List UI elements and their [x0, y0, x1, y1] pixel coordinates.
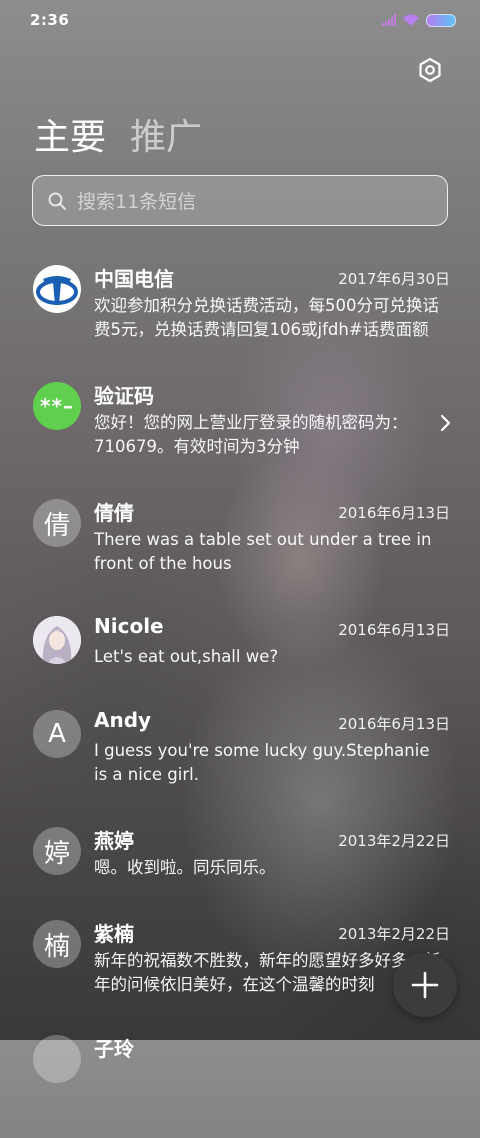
conversation-item-china-telecom[interactable]: 中国电信 2017年6月30日 欢迎参加积分兑换话费活动，每500分可兑换话费5… [0, 258, 480, 368]
signal-icon [382, 14, 396, 26]
contact-name: 子玲 [94, 1037, 134, 1061]
compose-button[interactable] [393, 953, 457, 1017]
conversation-item-ziling[interactable]: 子玲 [0, 1028, 480, 1138]
contact-photo-avatar [33, 616, 81, 664]
message-date: 2013年2月22日 [338, 925, 450, 943]
contact-name: 中国电信 [94, 267, 174, 291]
wifi-icon [403, 14, 419, 26]
conversation-item-andy[interactable]: A Andy 2016年6月13日 I guess you're some lu… [0, 703, 480, 813]
contact-avatar [33, 1035, 81, 1083]
settings-button[interactable] [414, 54, 446, 86]
contact-name: Andy [94, 708, 152, 732]
message-preview: Let's eat out,shall we? [94, 647, 279, 666]
message-preview: 您好！您的网上营业厅登录的随机密码为：710679。有效时间为3分钟 [94, 413, 408, 456]
status-icons [382, 13, 456, 27]
contact-name: Nicole [94, 614, 164, 638]
status-bar: 2:36 [0, 0, 480, 40]
status-time: 2:36 [30, 11, 70, 29]
contact-avatar: 倩 [33, 499, 81, 547]
message-preview: There was a table set out under a tree i… [94, 530, 432, 573]
contact-avatar: 楠 [33, 920, 81, 968]
contact-name: 燕婷 [94, 829, 134, 853]
tab-primary[interactable]: 主要 [34, 108, 106, 160]
message-preview: I guess you're some lucky guy.Stephanie … [94, 741, 430, 784]
contact-name: 倩倩 [94, 501, 134, 525]
search-placeholder: 搜索11条短信 [77, 191, 197, 213]
conversation-item-verification-code[interactable]: **– 验证码 您好！您的网上营业厅登录的随机密码为：710679。有效时间为3… [0, 375, 480, 485]
search-icon [48, 192, 66, 210]
tab-bar: 主要 推广 [34, 108, 202, 160]
plus-icon [411, 971, 439, 999]
contact-avatar: 婷 [33, 827, 81, 875]
verification-code-avatar: **– [33, 382, 81, 430]
message-preview: 嗯。收到啦。同乐同乐。 [94, 858, 276, 877]
contact-name: 验证码 [94, 384, 154, 408]
message-date: 2016年6月13日 [338, 715, 450, 733]
message-date: 2016年6月13日 [338, 504, 450, 522]
battery-icon [426, 13, 456, 27]
message-preview: 欢迎参加积分兑换话费活动，每500分可兑换话费5元，兑换话费请回复106或jfd… [94, 296, 439, 339]
tab-promotions[interactable]: 推广 [130, 108, 202, 160]
search-input[interactable]: 搜索11条短信 [32, 175, 448, 226]
message-date: 2016年6月13日 [338, 621, 450, 639]
gear-icon [419, 57, 441, 83]
message-date: 2013年2月22日 [338, 832, 450, 850]
contact-avatar: A [33, 710, 81, 758]
conversation-item-qianqian[interactable]: 倩 倩倩 2016年6月13日 There was a table set ou… [0, 492, 480, 602]
chevron-right-icon[interactable] [440, 413, 452, 433]
message-date: 2017年6月30日 [338, 270, 450, 288]
contact-name: 紫楠 [94, 922, 134, 946]
china-telecom-logo-icon [33, 265, 81, 313]
